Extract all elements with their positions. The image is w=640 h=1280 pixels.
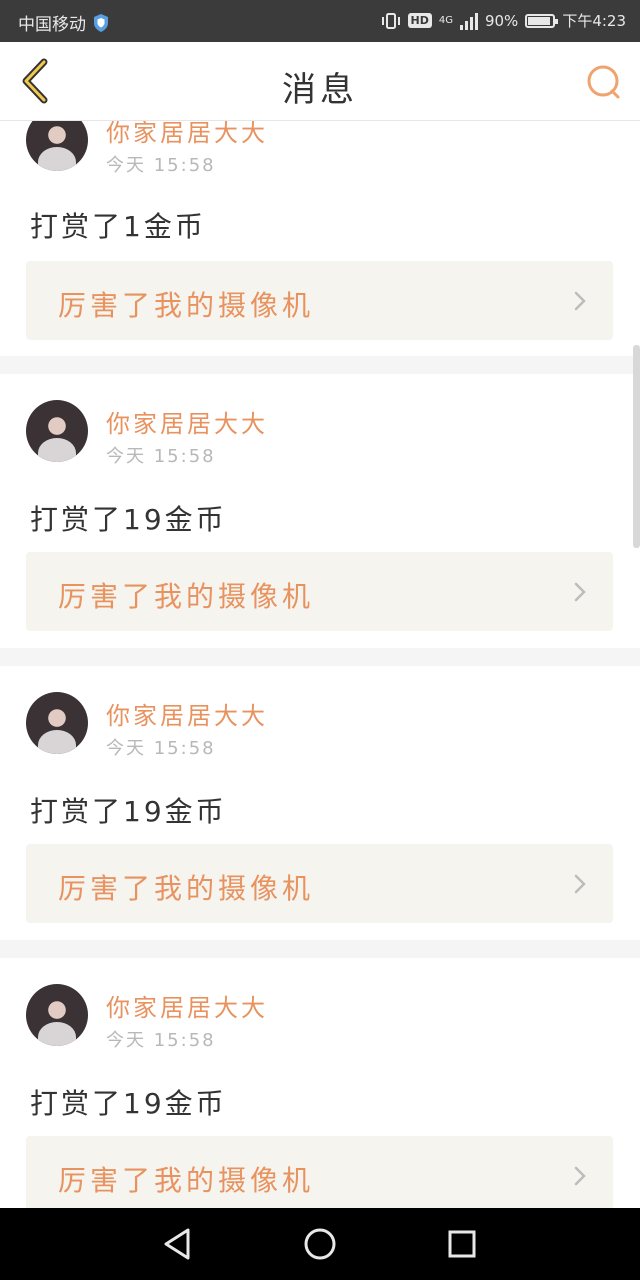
timestamp: 今天 15:58: [106, 155, 216, 176]
username[interactable]: 你家居居大大: [106, 404, 268, 439]
timestamp: 今天 15:58: [106, 1030, 216, 1051]
status-left: 中国移动: [18, 10, 110, 35]
avatar[interactable]: [26, 121, 88, 171]
hd-badge: HD: [407, 13, 432, 28]
linked-post-title: 厉害了我的摄像机: [58, 580, 315, 613]
message-list: 你家居居大大 今天 15:58 打赏了1金币 厉害了我的摄像机 你家居居大大 今…: [0, 121, 640, 1208]
username[interactable]: 你家居居大大: [106, 696, 268, 731]
message-feed[interactable]: 你家居居大大 今天 15:58 打赏了1金币 厉害了我的摄像机 你家居居大大 今…: [0, 121, 640, 1208]
chevron-right-icon: [574, 291, 586, 311]
message-card: 你家居居大大 今天 15:58 打赏了19金币 厉害了我的摄像机: [0, 374, 640, 648]
shield-icon: [94, 13, 108, 32]
username[interactable]: 你家居居大大: [106, 121, 268, 148]
message-text: 打赏了19金币: [30, 503, 227, 536]
message-text: 打赏了1金币: [30, 210, 206, 243]
scrollbar[interactable]: [633, 345, 640, 548]
battery-fill: [528, 16, 550, 25]
linked-post[interactable]: 厉害了我的摄像机: [26, 844, 613, 923]
message-card: 你家居居大大 今天 15:58 打赏了19金币 厉害了我的摄像机: [0, 666, 640, 940]
avatar[interactable]: [26, 692, 88, 754]
app-header: 消息: [0, 42, 640, 121]
timestamp: 今天 15:58: [106, 446, 216, 467]
square-recents-icon[interactable]: [442, 1224, 482, 1264]
battery-icon: [525, 13, 559, 28]
linked-post-title: 厉害了我的摄像机: [58, 1164, 315, 1197]
signal-icon: [459, 12, 478, 30]
chevron-right-icon: [574, 874, 586, 894]
linked-post-title: 厉害了我的摄像机: [58, 872, 315, 905]
message-card: 你家居居大大 今天 15:58 打赏了19金币 厉害了我的摄像机: [0, 958, 640, 1208]
username[interactable]: 你家居居大大: [106, 988, 268, 1023]
linked-post[interactable]: 厉害了我的摄像机: [26, 261, 613, 340]
vibrate-icon: [381, 12, 400, 29]
search-icon[interactable]: [584, 62, 624, 102]
message-text: 打赏了19金币: [30, 795, 227, 828]
page-title: 消息: [282, 70, 358, 110]
message-card: 你家居居大大 今天 15:58 打赏了1金币 厉害了我的摄像机: [0, 121, 640, 356]
system-nav-bar: [0, 1208, 640, 1280]
timestamp: 今天 15:58: [106, 738, 216, 759]
linked-post[interactable]: 厉害了我的摄像机: [26, 552, 613, 631]
triangle-back-icon[interactable]: [158, 1224, 198, 1264]
linked-post[interactable]: 厉害了我的摄像机: [26, 1136, 613, 1208]
battery-percent: 90%: [484, 11, 519, 30]
linked-post-title: 厉害了我的摄像机: [58, 289, 315, 322]
avatar[interactable]: [26, 400, 88, 462]
circle-home-icon[interactable]: [300, 1224, 340, 1264]
chevron-right-icon: [574, 1166, 586, 1186]
carrier-label: 中国移动: [18, 15, 86, 35]
message-text: 打赏了19金币: [30, 1087, 227, 1120]
status-right: HD 4G 90% 下午4:23: [381, 10, 626, 31]
chevron-right-icon: [574, 582, 586, 602]
avatar[interactable]: [26, 984, 88, 1046]
clock: 下午4:23: [562, 12, 626, 30]
status-bar: 中国移动 HD 4G 90% 下午4:23: [0, 0, 640, 42]
network-type: 4G: [438, 14, 453, 26]
